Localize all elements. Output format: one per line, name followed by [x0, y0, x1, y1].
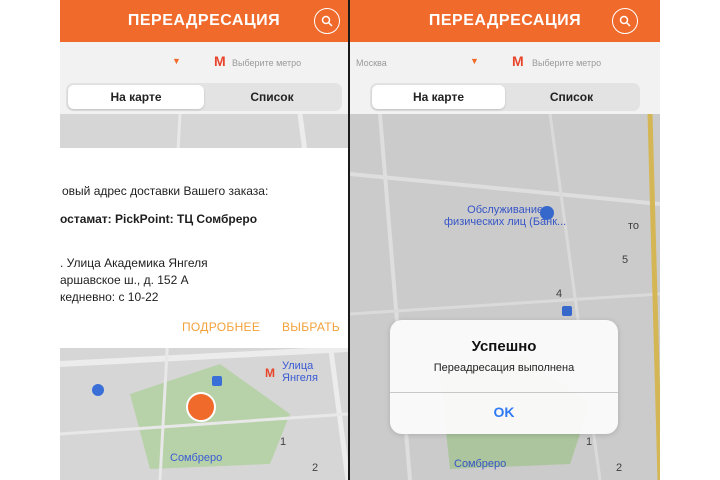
tab-list[interactable]: Список — [204, 85, 340, 109]
app-header: ПЕРЕАДРЕСАЦИЯ — [350, 0, 660, 42]
metro-m-icon: M — [512, 53, 524, 69]
place-label: Сомбреро — [170, 452, 223, 464]
search-icon[interactable] — [314, 8, 340, 34]
page-title: ПЕРЕАДРЕСАЦИЯ — [127, 12, 281, 29]
tab-map[interactable]: На карте — [372, 85, 505, 109]
metro-m-icon: M — [214, 53, 226, 69]
address-line: . Улица Академика Янгеля — [60, 256, 208, 270]
alert-title: Успешно — [471, 338, 537, 355]
metro-m-icon: M — [265, 366, 275, 380]
metro-select[interactable]: Выберите метро — [532, 58, 601, 68]
search-icon[interactable] — [612, 8, 638, 34]
success-alert: Успешно Переадресация выполнена OK — [390, 320, 618, 434]
page-title: ПЕРЕАДРЕСАЦИЯ — [428, 12, 582, 29]
pickup-point-name: остамат: PickPoint: ТЦ Сомбреро — [60, 212, 258, 226]
view-switch: На карте Список — [350, 80, 660, 114]
station-label: Улица Янгеля — [282, 360, 318, 384]
bank-icon — [92, 384, 104, 396]
left-screen: Улица Янгеля M Сомбреро 1 2 ПЕРЕАДРЕСАЦИ… — [60, 0, 348, 480]
tab-list[interactable]: Список — [505, 85, 638, 109]
more-button[interactable]: ПОДРОБНЕЕ — [182, 320, 260, 334]
chevron-down-icon[interactable]: ▼ — [172, 56, 181, 66]
filter-row: ▼ M Выберите метро — [60, 42, 348, 80]
address-card: овый адрес доставки Вашего заказа: остам… — [60, 148, 348, 348]
alert-divider — [390, 392, 618, 393]
address-line: аршавское ш., д. 152 А — [60, 273, 189, 287]
card-heading: овый адрес доставки Вашего заказа: — [62, 184, 269, 198]
hours-line: кедневно: с 10-22 — [60, 290, 159, 304]
bus-stop-icon — [212, 376, 222, 386]
view-switch: На карте Список — [60, 80, 348, 114]
app-header: ПЕРЕАДРЕСАЦИЯ — [60, 0, 348, 42]
select-button[interactable]: ВЫБРАТЬ — [282, 320, 340, 334]
right-screen: Обслуживание физических лиц (Банк... 5 4… — [350, 0, 660, 480]
metro-select[interactable]: Выберите метро — [232, 58, 301, 68]
map-number: 2 — [312, 462, 319, 474]
ok-button[interactable]: OK — [390, 404, 618, 420]
chevron-down-icon[interactable]: ▼ — [470, 56, 479, 66]
alert-message: Переадресация выполнена — [433, 362, 575, 374]
pickpoint-marker[interactable] — [186, 392, 216, 422]
filter-row: Москва ▼ M Выберите метро — [350, 42, 660, 80]
tab-map[interactable]: На карте — [68, 85, 204, 109]
city-select[interactable]: Москва — [356, 58, 387, 68]
map-number: 1 — [280, 436, 287, 448]
